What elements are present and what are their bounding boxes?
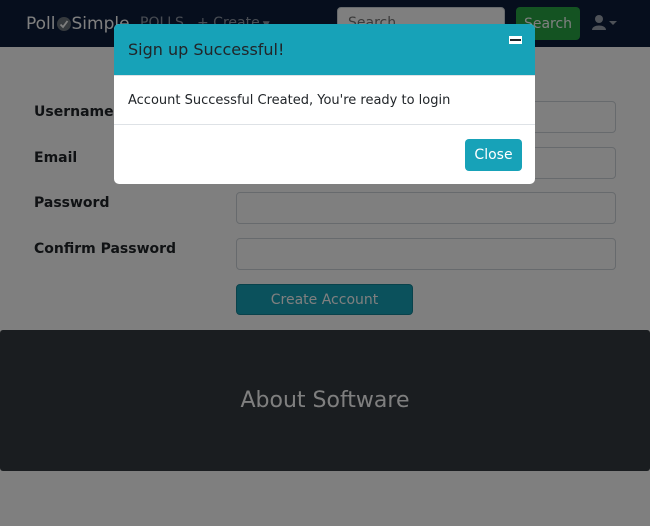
modal-message: Account Successful Created, You're ready… [128, 93, 451, 108]
modal-title: Sign up Successful! [128, 40, 285, 59]
modal-header: Sign up Successful! [114, 24, 535, 76]
signup-success-modal: Sign up Successful! Account Successful C… [114, 24, 535, 184]
modal-close-button[interactable]: Close [465, 139, 522, 171]
close-icon[interactable] [509, 36, 522, 44]
modal-body: Account Successful Created, You're ready… [114, 76, 535, 125]
